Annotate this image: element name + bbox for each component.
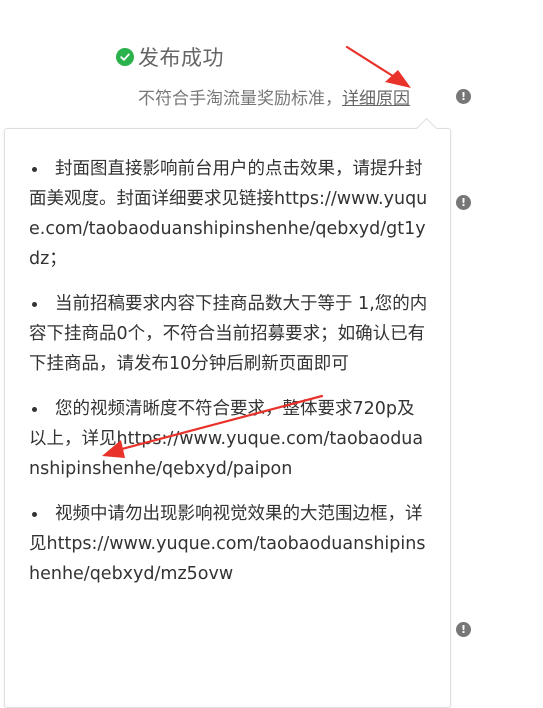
check-circle-icon bbox=[116, 48, 134, 66]
status-subtitle: 不符合手淘流量奖励标准，详细原因 bbox=[138, 84, 410, 109]
page-title: 发布成功 bbox=[138, 46, 224, 70]
reason-list: 封面图直接影响前台用户的点击效果，请提升封面美观度。封面详细要求见链接https… bbox=[5, 129, 450, 589]
info-icon[interactable]: ! bbox=[456, 195, 471, 210]
reason-link[interactable]: https://www.yuque.com/taobaoduanshipinsh… bbox=[29, 534, 425, 584]
info-icon[interactable]: ! bbox=[456, 622, 471, 637]
publish-status-header: 发布成功 bbox=[116, 42, 224, 72]
info-icon[interactable]: ! bbox=[456, 89, 471, 104]
list-item: 视频中请勿出现影响视觉效果的大范围边框，详见https://www.yuque.… bbox=[29, 499, 430, 589]
annotation-arrow-icon bbox=[345, 45, 411, 88]
status-message: 不符合手淘流量奖励标准， bbox=[138, 89, 342, 109]
reason-popover: 封面图直接影响前台用户的点击效果，请提升封面美观度。封面详细要求见链接https… bbox=[4, 117, 451, 708]
detail-reason-link[interactable]: 详细原因 bbox=[342, 89, 410, 109]
reason-suffix: ； bbox=[49, 249, 67, 269]
list-item: 您的视频清晰度不符合要求，整体要求720p及以上，详见https://www.y… bbox=[29, 394, 430, 484]
list-item: 当前招稿要求内容下挂商品数大于等于 1,您的内容下挂商品0个，不符合当前招募要求… bbox=[29, 289, 430, 379]
list-item: 封面图直接影响前台用户的点击效果，请提升封面美观度。封面详细要求见链接https… bbox=[29, 154, 430, 274]
reason-text: 当前招稿要求内容下挂商品数大于等于 1,您的内容下挂商品0个，不符合当前招募要求… bbox=[29, 294, 428, 374]
